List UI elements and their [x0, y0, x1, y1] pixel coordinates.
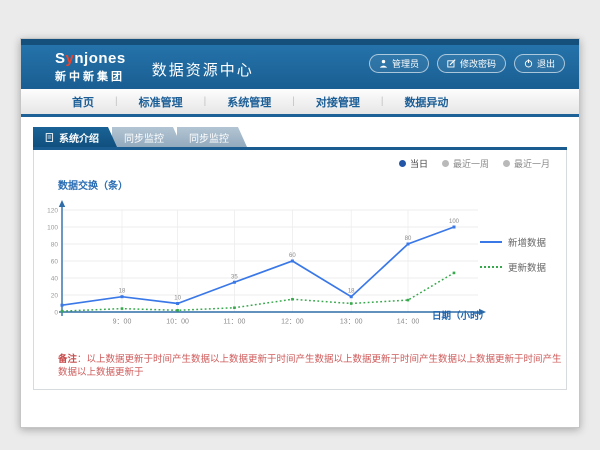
nav-item-2[interactable]: 系统管理: [206, 94, 292, 110]
legend-item-0: 新增数据: [480, 235, 546, 249]
svg-text:80: 80: [405, 236, 412, 242]
tab-0[interactable]: 系统介绍: [33, 127, 117, 147]
radio-dot: [503, 160, 510, 167]
svg-text:9：00: 9：00: [113, 319, 132, 326]
user-icon: [379, 59, 388, 68]
document-icon: [45, 133, 54, 142]
svg-text:13：00: 13：00: [340, 319, 363, 326]
svg-text:11：00: 11：00: [223, 319, 245, 326]
svg-text:60: 60: [51, 258, 59, 265]
page-title: 数据资源中心: [152, 59, 254, 80]
nav-item-4[interactable]: 数据异动: [383, 94, 469, 110]
logo-wordmark: Synjones: [55, 51, 126, 66]
user-button-label: 管理员: [392, 57, 419, 70]
logo-company-name: 新中新集团: [55, 68, 126, 84]
nav-item-0[interactable]: 首页: [51, 94, 115, 110]
svg-text:60: 60: [289, 253, 296, 259]
user-button-user[interactable]: 管理员: [369, 54, 429, 73]
svg-text:12：00: 12：00: [281, 319, 304, 326]
footnote-prefix: 备注: [58, 354, 77, 365]
svg-text:10: 10: [174, 296, 181, 302]
logout-icon: [524, 59, 533, 68]
svg-text:35: 35: [231, 274, 238, 280]
svg-text:100: 100: [47, 224, 58, 231]
desktop-background: Synjones 新中新集团 数据资源中心 管理员 修改密码 退出 首页|标准管理|…: [0, 0, 600, 450]
radio-dot: [399, 160, 406, 167]
browser-page: Synjones 新中新集团 数据资源中心 管理员 修改密码 退出 首页|标准管理|…: [20, 38, 580, 428]
edit-icon: [447, 59, 456, 68]
radio-label: 当日: [410, 157, 428, 170]
user-button-edit[interactable]: 修改密码: [437, 54, 506, 73]
svg-text:40: 40: [51, 275, 59, 282]
x-axis-title: 日期（小时）: [432, 308, 489, 322]
svg-text:18: 18: [119, 289, 126, 295]
tab-label: 系统介绍: [59, 130, 99, 145]
legend-line-sample: [480, 266, 502, 268]
brand-logo[interactable]: Synjones 新中新集团: [55, 51, 126, 84]
svg-text:80: 80: [51, 241, 59, 248]
app-header: Synjones 新中新集团 数据资源中心 管理员 修改密码 退出: [21, 45, 579, 89]
nav-item-3[interactable]: 对接管理: [295, 94, 381, 110]
user-button-logout[interactable]: 退出: [514, 54, 565, 73]
legend-label: 更新数据: [508, 260, 546, 274]
svg-text:18: 18: [348, 289, 355, 295]
user-button-label: 退出: [537, 57, 555, 70]
svg-text:0: 0: [54, 309, 58, 316]
svg-text:100: 100: [449, 219, 460, 225]
legend-item-1: 更新数据: [480, 260, 546, 274]
svg-text:14：00: 14：00: [397, 319, 420, 326]
user-toolbar: 管理员 修改密码 退出: [369, 54, 565, 73]
radio-label: 最近一月: [514, 157, 550, 170]
svg-text:20: 20: [51, 292, 59, 299]
footnote-text: ：以上数据更新于时间产生数据以上数据更新于时间产生数据以上数据更新于时间产生数据…: [58, 354, 562, 378]
svg-text:120: 120: [47, 207, 58, 214]
tab-1[interactable]: 同步监控: [112, 127, 182, 147]
tab-bar: 系统介绍 同步监控 同步监控: [33, 127, 567, 147]
footnote: 备注：以上数据更新于时间产生数据以上数据更新于时间产生数据以上数据更新于时间产生…: [58, 353, 566, 379]
legend-label: 新增数据: [508, 235, 546, 249]
user-button-label: 修改密码: [460, 57, 496, 70]
radio-option-0[interactable]: 当日: [399, 157, 428, 170]
chart-legend: 新增数据更新数据: [480, 235, 546, 285]
radio-label: 最近一周: [453, 157, 489, 170]
radio-option-2[interactable]: 最近一月: [503, 157, 550, 170]
radio-dot: [442, 160, 449, 167]
content-panel: 当日 最近一周 最近一月 数据交换（条） 0 20 40 60 80 100 120 9：00 10…: [33, 150, 567, 390]
svg-text:10：00: 10：00: [166, 319, 189, 326]
tab-2[interactable]: 同步监控: [177, 127, 247, 147]
tab-label: 同步监控: [124, 130, 164, 145]
y-axis-title: 数据交换（条）: [58, 177, 128, 192]
main-navigation: 首页|标准管理|系统管理|对接管理|数据异动: [21, 89, 579, 114]
radio-option-1[interactable]: 最近一周: [442, 157, 489, 170]
content-area: 系统介绍 同步监控 同步监控 当日 最近一周 最近一月 数据交换（条） 0 20 40 60 8…: [21, 117, 579, 390]
legend-line-sample: [480, 241, 502, 243]
tab-label: 同步监控: [189, 130, 229, 145]
time-range-filter: 当日 最近一周 最近一月: [399, 157, 550, 170]
nav-item-1[interactable]: 标准管理: [118, 94, 204, 110]
